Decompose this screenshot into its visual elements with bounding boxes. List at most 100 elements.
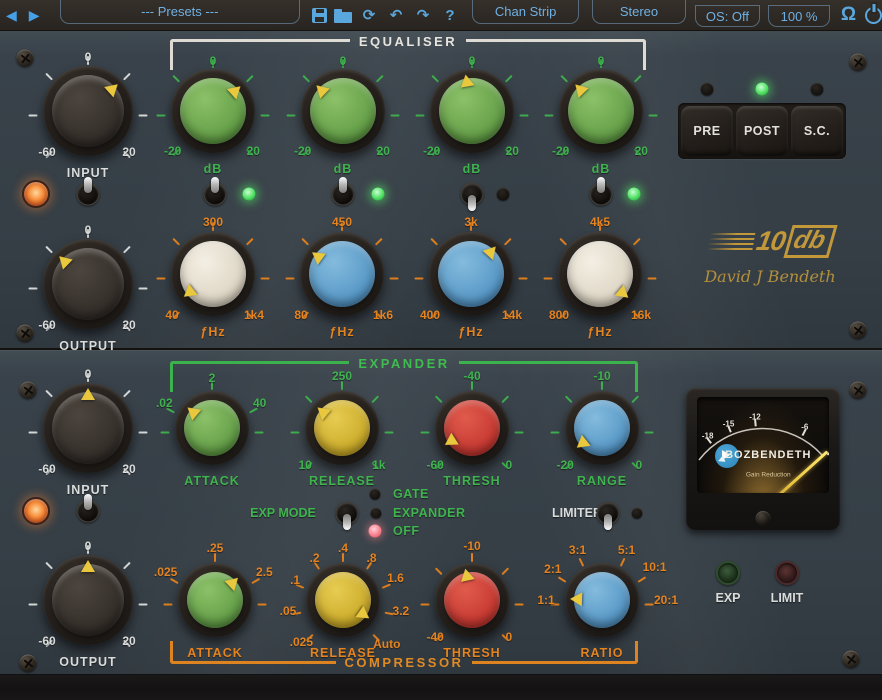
redo-icon[interactable]: ↷ [413,6,433,24]
knob-tick [123,246,131,254]
knob-tick [45,73,53,81]
knob-tick [246,238,254,246]
knob-tick [565,395,573,403]
toggle-lever [468,195,476,211]
eq-band1-gain-knob[interactable]: 0-2020dB [171,69,255,153]
knob-scale-label: 0 [340,54,347,68]
compressor-thresh-knob[interactable]: -10-400THRESH [435,563,509,637]
plus10db-logo: 10 db David J Bendeth [682,225,858,286]
dyn-output-knob[interactable]: 0-6020OUTPUT [43,555,133,645]
knob-tick [631,395,639,403]
knob-scale-label: 40 [253,396,266,410]
signature: David J Bendeth [682,267,858,286]
folder-icon[interactable] [334,12,352,23]
knob-scale-label: 0 [505,458,512,472]
eq-io-toggle[interactable] [77,183,99,205]
knob-tick [29,432,38,434]
eq-band3-toggle[interactable] [461,183,483,205]
knob-name-label: ƒHz [329,325,354,339]
expander-range-knob[interactable]: -10-200RANGE [565,391,639,465]
knob-tick [559,238,567,246]
dyn-io-toggle[interactable] [77,500,99,522]
exp-mode-toggle[interactable] [336,502,358,524]
knob-scale-label: 400 [420,308,440,322]
eq-band4-led [628,188,641,201]
knob-scale-label: 0 [85,367,92,381]
expander-attack-knob[interactable]: .02240ATTACK [175,391,249,465]
knob-tick [45,246,53,254]
power-icon[interactable] [865,7,882,24]
knob-scale-label: 450 [332,215,352,229]
dyn-input-knob[interactable]: 0-6020INPUT [43,383,133,473]
dyn-power-lamp [22,497,50,525]
screw [17,325,34,342]
expander-bracket: EXPANDER [170,361,638,392]
stereo-mode-selector[interactable]: Stereo [592,0,685,24]
meter-face: BOZBENDETH Gain Reduction -20-18-15-12-6… [697,397,829,493]
knob-scale-label: 20 [247,144,260,158]
knob-name-label: dB [463,162,482,176]
oversampling-button[interactable]: OS: Off [695,5,761,27]
toggle-lever [211,177,219,193]
headphones-icon[interactable]: Ω [841,2,856,28]
pre-led [701,83,714,96]
eq-band1-toggle[interactable] [204,183,226,205]
meter-subtitle: Gain Reduction [746,472,791,479]
refresh-icon[interactable]: ⟳ [359,6,379,24]
zoom-selector[interactable]: 100 % [768,5,830,27]
expander-thresh-knob[interactable]: -40-600THRESH [435,391,509,465]
compressor-bracket: COMPRESSOR [170,641,638,664]
knob-scale-label: 3k [464,215,477,229]
compressor-release-knob[interactable]: .025.05.1.2.4.81.63.2AutoRELEASE [306,563,380,637]
pre-post-sc-group: PRE POST S.C. [678,103,846,159]
knob-scale-label: 20 [122,462,135,476]
help-icon[interactable]: ? [440,7,460,24]
knob-scale-label: -60 [38,145,55,159]
compressor-ratio-knob[interactable]: 1:12:13:15:110:120:1RATIO [565,563,639,637]
eq-band3-freq-knob[interactable]: 3k40014kƒHz [429,232,513,316]
post-button[interactable]: POST [736,106,788,156]
toggle-lever [343,514,351,530]
knob-scale-label: -20 [557,458,574,472]
toolbar: ◀ ▶ --- Presets --- ⟳ ↶ ↷ ? Chan Strip S… [0,0,882,31]
eq-band2-gain-knob[interactable]: 0-2020dB [301,69,385,153]
expander-release-knob[interactable]: 250101kRELEASE [305,391,379,465]
exp-mode-option-off: OFF [393,524,420,538]
eq-band4-toggle[interactable] [590,183,612,205]
preset-selector[interactable]: --- Presets --- [60,0,300,24]
knob-name-label: THRESH [443,474,500,488]
knob-scale-label: -20 [164,144,181,158]
preset-back-button[interactable]: ◀ [0,0,23,30]
knob-scale-label: 0 [85,539,92,553]
exp-mode-option-expander: EXPANDER [393,506,466,520]
eq-input-knob[interactable]: 0-6020INPUT [43,66,133,156]
knob-scale-label: 1.6 [387,571,404,585]
meter-scale-label: -12 [749,413,761,422]
eq-band1-freq-knob[interactable]: 300401k4ƒHz [171,232,255,316]
eq-band4-gain-knob[interactable]: 0-2020dB [559,69,643,153]
exp-mode-label: EXP MODE [250,506,316,520]
knob-tick [305,395,313,403]
pre-button[interactable]: PRE [681,106,733,156]
knob-scale-label: 5:1 [618,543,635,557]
exp-indicator-led [716,561,740,585]
eq-band2-toggle[interactable] [332,183,354,205]
chan-strip-selector[interactable]: Chan Strip [472,0,579,24]
logo-speed-lines [706,233,755,251]
eq-band3-gain-knob[interactable]: 0-2020dB [430,69,514,153]
eq-output-knob[interactable]: 0-6020OUTPUT [43,239,133,329]
compressor-attack-knob[interactable]: .025.252.5ATTACK [178,563,252,637]
undo-icon[interactable]: ↶ [386,6,406,24]
preset-forward-button[interactable]: ▶ [23,0,46,30]
eq-band4-freq-knob[interactable]: 4k580016kƒHz [558,232,642,316]
meter-scale-label: -15 [723,419,735,428]
knob-scale-label: 20:1 [654,593,678,607]
sc-button[interactable]: S.C. [791,106,843,156]
save-icon[interactable] [312,8,327,23]
knob-scale-label: .2 [309,551,319,565]
knob-scale-label: -20 [294,144,311,158]
knob-scale-label: 16k [631,308,651,322]
limiter-toggle[interactable] [597,502,619,524]
screw [843,651,860,668]
eq-band2-freq-knob[interactable]: 450801k6ƒHz [300,232,384,316]
